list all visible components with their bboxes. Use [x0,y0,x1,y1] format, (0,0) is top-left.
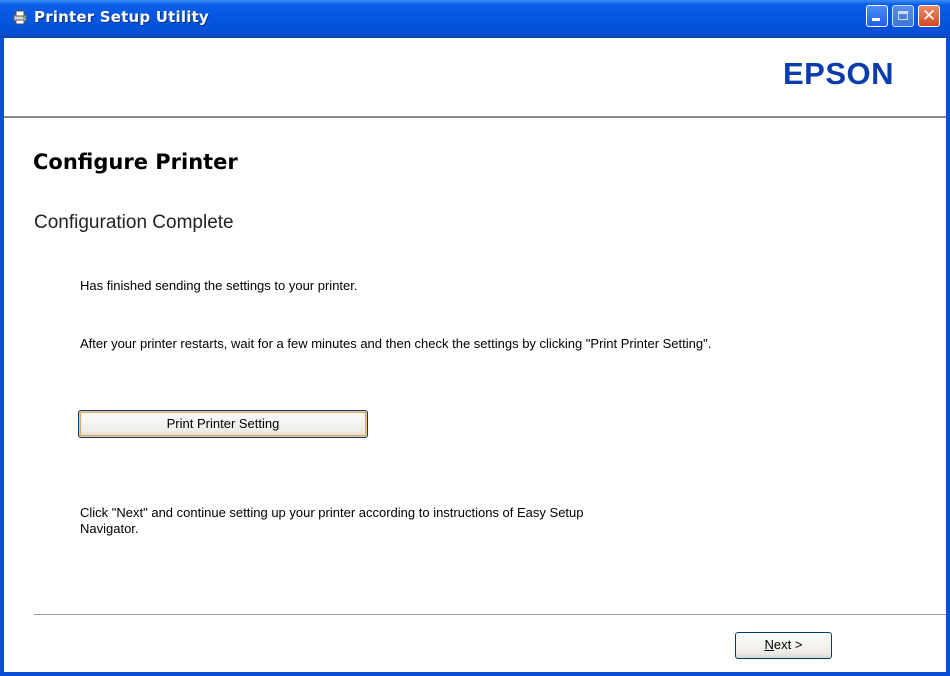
restart-instructions: After your printer restarts, wait for a … [80,336,712,351]
window-title: Printer Setup Utility [34,8,209,26]
close-icon: ✕ [921,6,937,26]
title-bar[interactable]: Printer Setup Utility ✕ [0,0,950,38]
page-subtitle: Configuration Complete [34,212,234,233]
next-mnemonic: N [764,637,774,652]
next-instructions: Click "Next" and continue setting up you… [80,505,584,536]
finished-message: Has finished sending the settings to you… [80,278,358,293]
next-button[interactable]: Next > [735,632,832,659]
minimize-button[interactable] [866,5,888,27]
next-button-label: ext > [773,637,803,652]
application-window: Printer Setup Utility ✕ EPSON Configure … [0,0,950,676]
close-button[interactable]: ✕ [918,5,940,27]
header-banner: EPSON [4,38,946,118]
page-title: Configure Printer [33,150,238,174]
client-area: EPSON Configure Printer Configuration Co… [4,38,946,672]
printer-utility-icon [12,9,28,25]
brand-logo: EPSON [782,56,894,91]
footer-divider [34,614,946,616]
print-printer-setting-button[interactable]: Print Printer Setting [78,410,368,438]
maximize-button[interactable] [892,5,914,27]
